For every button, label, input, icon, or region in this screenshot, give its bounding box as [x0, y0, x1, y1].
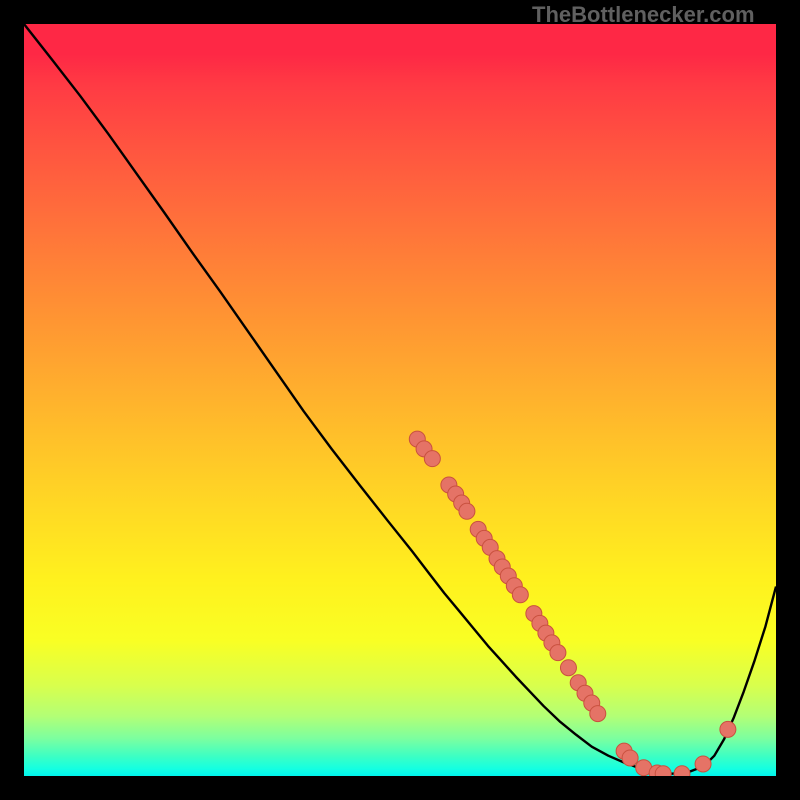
- data-point: [560, 660, 576, 676]
- data-point: [590, 706, 606, 722]
- data-point: [459, 503, 475, 519]
- data-point: [622, 750, 638, 766]
- data-point: [674, 766, 690, 776]
- attribution-text: TheBottlenecker.com: [532, 2, 755, 28]
- data-point: [424, 451, 440, 467]
- data-point: [512, 587, 528, 603]
- data-points: [409, 431, 736, 776]
- chart-stage: TheBottlenecker.com: [0, 0, 800, 800]
- data-point: [695, 756, 711, 772]
- plot-area: [24, 24, 776, 776]
- data-point: [550, 645, 566, 661]
- dots-layer: [24, 24, 776, 776]
- data-point: [720, 721, 736, 737]
